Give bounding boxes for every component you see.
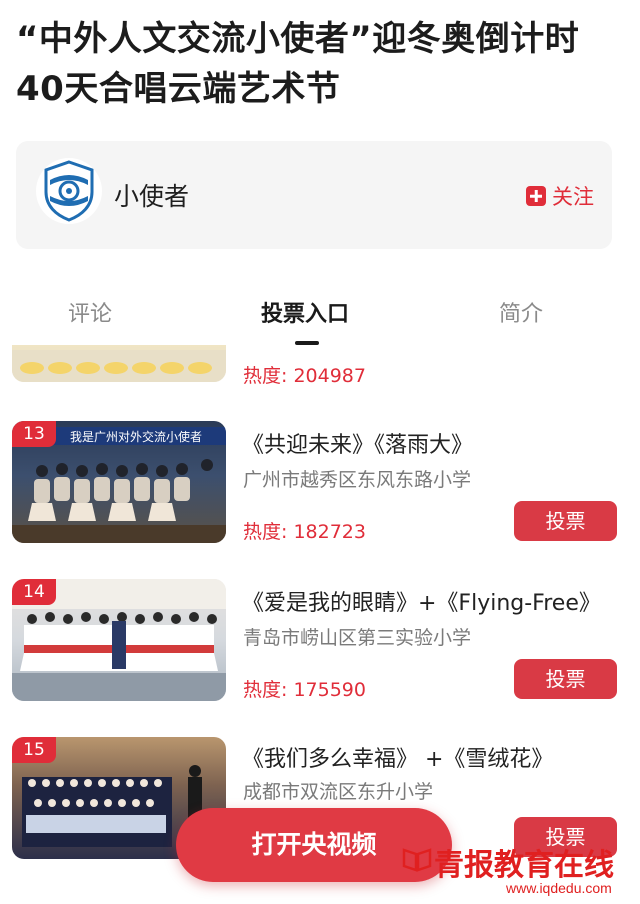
follow-button[interactable]: 关注 [526, 181, 594, 211]
author-avatar[interactable] [36, 158, 102, 224]
vote-button[interactable]: 投票 [514, 501, 617, 541]
plus-icon [526, 186, 546, 206]
item-song-title: 《我们多么幸福》 +《雪绒花》 [242, 747, 554, 772]
item-song-title: 《爱是我的眼睛》+《Flying-Free》 [242, 591, 601, 616]
list-item[interactable]: 14 《爱是我的眼睛》+《Flying-Free》 青岛市崂山区第三实验小学 热… [0, 579, 640, 709]
list-item[interactable]: 我是广州对外交流小使者 13 《共迎未来》《落雨大》 广州市越秀区东风东路小学 … [0, 421, 640, 551]
item-school: 成都市双流区东升小学 [243, 781, 434, 803]
rank-badge: 14 [12, 579, 56, 605]
choir-photo-icon [12, 350, 226, 382]
item-heat: 热度: 175590 [243, 679, 366, 701]
item-song-title: 《共迎未来》《落雨大》 [242, 433, 474, 458]
tab-intro[interactable]: 简介 [499, 296, 543, 328]
item-thumbnail[interactable]: 14 [12, 579, 226, 701]
item-school: 青岛市崂山区第三实验小学 [243, 627, 472, 649]
thumb-banner-text: 我是广州对外交流小使者 [70, 429, 202, 444]
book-logo-icon [402, 848, 432, 872]
follow-label: 关注 [552, 185, 594, 209]
rank-badge: 15 [12, 737, 56, 763]
item-thumbnail[interactable]: 我是广州对外交流小使者 13 [12, 421, 226, 543]
watermark-text: 青报教育在线 [434, 848, 614, 883]
rank-badge: 13 [12, 421, 56, 447]
item-thumbnail[interactable] [12, 345, 226, 382]
watermark: 青报教育在线 www.iqdedu.com [402, 840, 634, 900]
author-name: 小使者 [114, 182, 190, 211]
tab-comments[interactable]: 评论 [68, 296, 112, 328]
shield-logo-icon [44, 160, 94, 222]
item-school: 广州市越秀区东风东路小学 [243, 469, 472, 491]
author-card[interactable]: 小使者 关注 [16, 141, 612, 249]
vote-button[interactable]: 投票 [514, 659, 617, 699]
tab-bar: 评论 投票入口 简介 [0, 280, 640, 340]
watermark-url: www.iqdedu.com [506, 880, 612, 896]
article-title: “中外人文交流小使者”迎冬奥倒计时40天合唱云端艺术节 [16, 19, 580, 109]
list-item[interactable]: 热度: 204987 投票 [0, 345, 640, 387]
item-heat: 热度: 182723 [243, 521, 366, 543]
item-heat: 热度: 204987 [243, 365, 366, 387]
tab-vote-entry[interactable]: 投票入口 [261, 296, 349, 328]
